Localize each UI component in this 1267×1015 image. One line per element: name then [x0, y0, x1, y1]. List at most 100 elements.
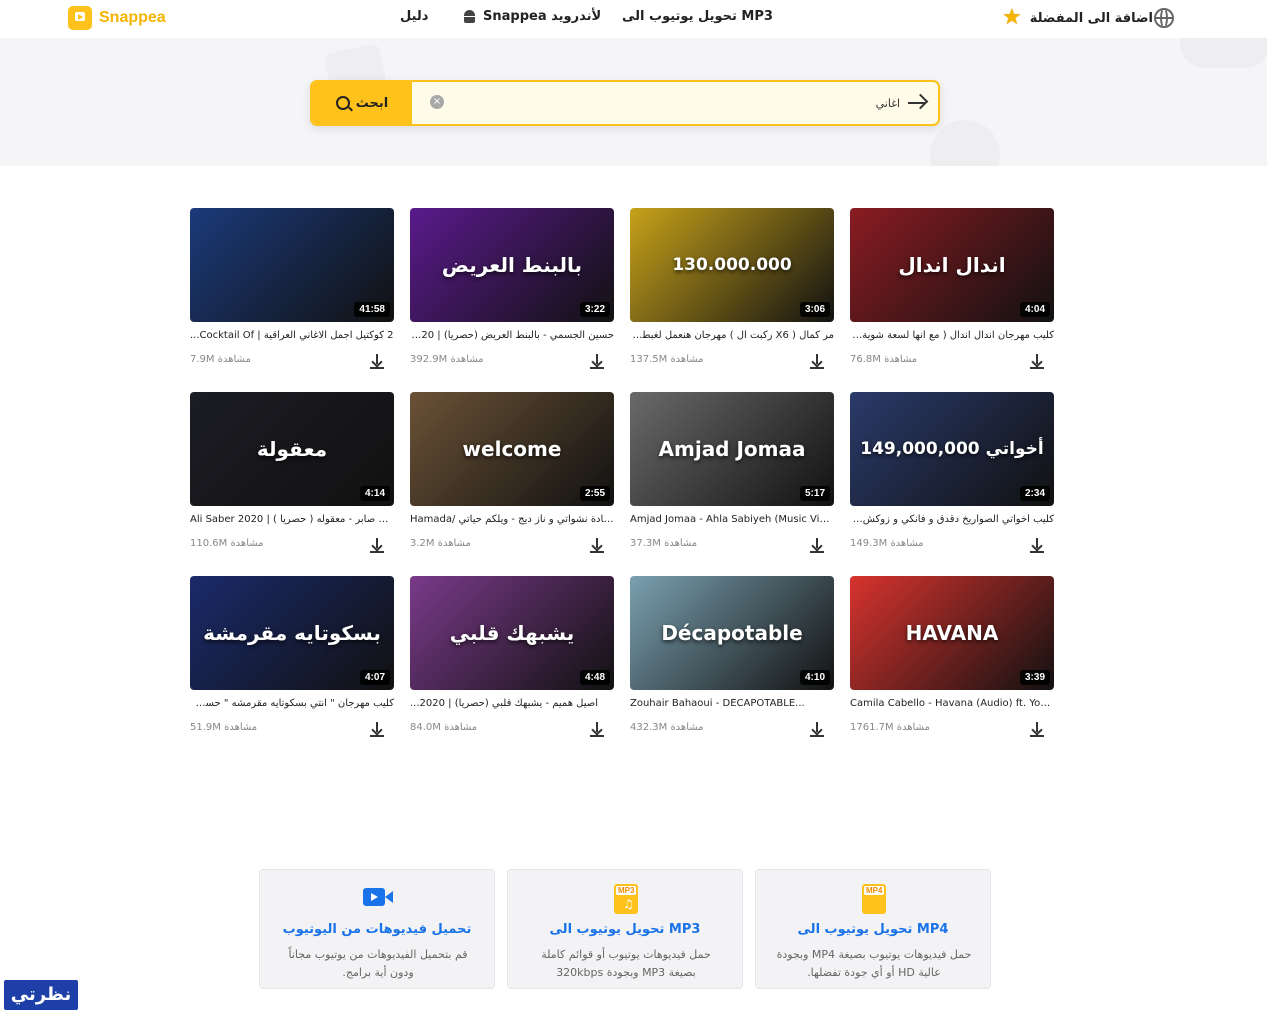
feature-title: تحويل يوتيوب الى MP4 — [797, 922, 949, 937]
clear-icon[interactable]: × — [430, 95, 444, 109]
video-title[interactable]: مر كمال ( X6 ركبت ال ) مهرجان هنعمل لغبط… — [630, 330, 834, 341]
video-thumbnail[interactable]: HAVANA 3:39 — [850, 576, 1054, 690]
video-thumbnail[interactable]: معقولة 4:14 — [190, 392, 394, 506]
feature-card-mp3[interactable]: MP3 ♫ تحويل يوتيوب الى MP3 حمل فيديوهات ي… — [507, 869, 743, 989]
download-icon[interactable] — [810, 354, 824, 368]
download-icon[interactable] — [590, 538, 604, 552]
download-icon-base — [1030, 551, 1044, 553]
download-icon-base — [370, 367, 384, 369]
video-title[interactable]: Ali Saber علي صابر - معقوله ( حصريا ) | … — [190, 514, 394, 525]
download-icon[interactable] — [1030, 722, 1044, 736]
video-thumbnail[interactable]: يشبهك قلبي 4:48 — [410, 576, 614, 690]
video-thumbnail[interactable]: اندال اندال 4:04 — [850, 208, 1054, 322]
video-title[interactable]: 2 كوكتيل اجمل الاغاني العراقية | Cocktai… — [190, 330, 394, 341]
feature-card-download[interactable]: تحميل فيديوهات من اليوتيوب قم بتحميل الف… — [259, 869, 495, 989]
favorite-label: اضافة الى المفضلة — [1029, 10, 1153, 26]
video-duration: 4:07 — [359, 670, 390, 685]
video-thumbnail[interactable]: 149,000,000 أخواتي 2:34 — [850, 392, 1054, 506]
video-duration: 3:39 — [1019, 670, 1050, 685]
video-title[interactable]: Camila Cabello - Havana (Audio) ft. Youn… — [850, 698, 1054, 709]
video-card[interactable]: 41:58 2 كوكتيل اجمل الاغاني العراقية | Co… — [190, 208, 394, 378]
video-views: 7.9M مشاهدة — [190, 354, 251, 365]
video-duration: 2:55 — [579, 486, 610, 501]
download-icon[interactable] — [590, 722, 604, 736]
video-duration: 5:17 — [799, 486, 830, 501]
background-decoration — [1180, 38, 1267, 68]
nav-mp3-label: تحويل يوتيوب الى MP3 — [622, 9, 773, 24]
video-title[interactable]: Amjad Jomaa - Ahla Sabiyeh (Music Vide..… — [630, 514, 834, 525]
search-button[interactable]: ابحث — [312, 82, 412, 124]
video-thumbnail[interactable]: 130.000.000 3:06 — [630, 208, 834, 322]
video-views: 3.2M مشاهدة — [410, 538, 471, 549]
nav-guide-link[interactable]: دليل — [400, 9, 428, 24]
feature-title: تحويل يوتيوب الى MP3 — [549, 922, 701, 937]
search-icon — [335, 96, 350, 110]
video-duration: 4:04 — [1019, 302, 1050, 317]
download-icon-base — [810, 551, 824, 553]
video-thumbnail[interactable]: Amjad Jomaa 5:17 — [630, 392, 834, 506]
download-icon[interactable] — [1030, 354, 1044, 368]
language-globe-icon[interactable] — [1154, 8, 1174, 28]
video-duration: 41:58 — [354, 302, 390, 317]
video-duration: 4:48 — [579, 670, 610, 685]
logo-text: Snappea — [99, 9, 166, 26]
download-icon-base — [590, 551, 604, 553]
video-card[interactable]: بالبنط العريض 3:22 حسين الجسمي - بالبنط ال… — [410, 208, 614, 378]
video-views: 110.6M مشاهدة — [190, 538, 264, 549]
video-card[interactable]: Décapotable 4:10 Zouhair Bahaoui - DÉCAPOT… — [630, 576, 834, 746]
video-thumbnail[interactable]: بالبنط العريض 3:22 — [410, 208, 614, 322]
search-input[interactable] — [452, 91, 900, 115]
video-duration: 4:14 — [359, 486, 390, 501]
video-thumbnail[interactable]: Décapotable 4:10 — [630, 576, 834, 690]
nav-mp3-link[interactable]: تحويل يوتيوب الى MP3 — [622, 9, 773, 24]
add-favorite-button[interactable]: ★ اضافة الى المفضلة — [1002, 7, 1153, 29]
video-views: 76.8M مشاهدة — [850, 354, 918, 365]
download-icon-base — [370, 551, 384, 553]
nav-guide-label: دليل — [400, 9, 429, 24]
download-icon[interactable] — [1030, 538, 1044, 552]
video-camera-icon — [360, 884, 394, 914]
video-title[interactable]: أصيل هميم - يشبهك قلبي (حصرياً) | 2020..… — [410, 698, 614, 709]
video-title[interactable]: Hamada/ حمادة نشواتي و ناز ديج - ويلكم ح… — [410, 514, 614, 525]
video-card[interactable]: بسكوتايه مقرمشة 4:07 كليب مهرجان " انتي بس… — [190, 576, 394, 746]
download-icon[interactable] — [810, 722, 824, 736]
download-icon-base — [1030, 367, 1044, 369]
video-duration: 4:10 — [799, 670, 830, 685]
download-icon[interactable] — [370, 538, 384, 552]
feature-description: حمل فيديوهات يوتيوب أو قوائم كاملة بصيغة… — [541, 948, 711, 979]
video-card[interactable]: يشبهك قلبي 4:48 أصيل هميم - يشبهك قلبي (حص… — [410, 576, 614, 746]
video-card[interactable]: 130.000.000 3:06 مر كمال ( X6 ركبت ال ) مه… — [630, 208, 834, 378]
arrow-right-icon[interactable] — [906, 92, 928, 114]
video-title[interactable]: كليب أخواتي الصواريخ دقدق و فانكي و زوكش… — [850, 514, 1054, 525]
video-title[interactable]: كليب مهرجان " انتي بسكوتايه مقرمشه " حسن… — [190, 698, 394, 709]
video-thumbnail[interactable]: بسكوتايه مقرمشة 4:07 — [190, 576, 394, 690]
download-icon[interactable] — [370, 354, 384, 368]
video-views: 51.9M مشاهدة — [190, 722, 258, 733]
nav-android-link[interactable]: Snappea لأندرويد — [462, 9, 601, 24]
feature-card-mp4[interactable]: MP4 تحويل يوتيوب الى MP4 حمل فيديوهات يو… — [755, 869, 991, 989]
video-card[interactable]: HAVANA 3:39 Camila Cabello - Havana (Audio… — [850, 576, 1054, 746]
download-icon-base — [590, 735, 604, 737]
video-thumbnail[interactable]: welcome 2:55 — [410, 392, 614, 506]
mp3-file-icon: MP3 ♫ — [608, 884, 642, 914]
video-views: 84.0M مشاهدة — [410, 722, 478, 733]
video-duration: 2:34 — [1019, 486, 1050, 501]
mp3-tag: MP3 — [616, 886, 637, 895]
video-card[interactable]: Amjad Jomaa 5:17 Amjad Jomaa - Ahla Sabiye… — [630, 392, 834, 562]
download-icon[interactable] — [370, 722, 384, 736]
video-views: 137.5M مشاهدة — [630, 354, 704, 365]
logo[interactable]: Snappea — [68, 6, 166, 30]
download-icon[interactable] — [590, 354, 604, 368]
download-icon[interactable] — [810, 538, 824, 552]
video-card[interactable]: 149,000,000 أخواتي 2:34 كليب أخواتي الصوار… — [850, 392, 1054, 562]
video-card[interactable]: welcome 2:55 Hamada/ حمادة نشواتي و ناز دي… — [410, 392, 614, 562]
mp4-tag: MP4 — [864, 886, 885, 895]
video-card[interactable]: معقولة 4:14 Ali Saber علي صابر - معقوله ( … — [190, 392, 394, 562]
video-card[interactable]: اندال اندال 4:04 كليب مهرجان اندال اندال (… — [850, 208, 1054, 378]
download-icon-base — [370, 735, 384, 737]
video-title[interactable]: Zouhair Bahaoui - DÉCAPOTABLE... — [630, 698, 834, 709]
feature-title: تحميل فيديوهات من اليوتيوب — [282, 922, 472, 937]
video-title[interactable]: حسين الجسمي - بالبنط العريض (حصرياً) | 2… — [410, 330, 614, 341]
video-title[interactable]: كليب مهرجان اندال اندال ( مع انها لسعة ش… — [850, 330, 1054, 341]
video-thumbnail[interactable]: 41:58 — [190, 208, 394, 322]
